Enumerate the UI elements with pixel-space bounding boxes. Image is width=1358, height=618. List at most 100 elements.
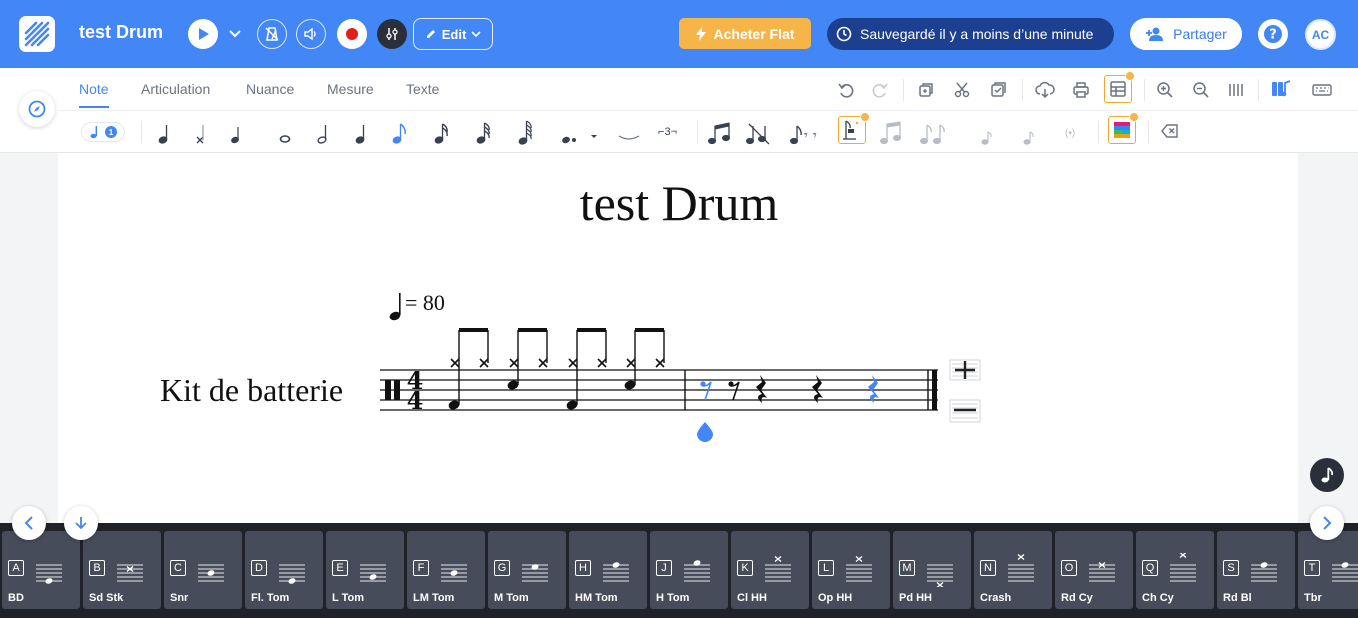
bass-drum-note[interactable] bbox=[566, 400, 578, 411]
drum-key[interactable]: T Tbr bbox=[1298, 531, 1358, 609]
avatar[interactable]: AC bbox=[1305, 19, 1336, 50]
paste-button[interactable] bbox=[987, 79, 1009, 101]
tab-nuance[interactable]: Nuance bbox=[246, 81, 294, 109]
record-button[interactable] bbox=[337, 19, 367, 49]
hihat-x-note[interactable] bbox=[597, 358, 607, 368]
eighth-rest-selected[interactable] bbox=[700, 381, 712, 401]
eighth-note-icon[interactable] bbox=[392, 123, 406, 144]
dot-icon[interactable] bbox=[562, 135, 597, 144]
drum-key[interactable]: D Fl. Tom bbox=[245, 531, 323, 609]
score-title[interactable]: test Drum bbox=[0, 174, 1358, 232]
share-button[interactable]: Partager bbox=[1130, 18, 1242, 50]
export-button[interactable] bbox=[1034, 79, 1056, 101]
input-cursor-icon[interactable] bbox=[697, 422, 713, 442]
quarter-rest[interactable] bbox=[812, 375, 823, 403]
eighth-rest[interactable] bbox=[728, 381, 740, 401]
snare-note[interactable] bbox=[624, 380, 636, 391]
x-notehead-icon[interactable] bbox=[196, 125, 204, 144]
redo-button[interactable] bbox=[869, 79, 891, 101]
hihat-x-note[interactable] bbox=[626, 358, 636, 368]
hihat-x-note[interactable] bbox=[479, 358, 489, 368]
hihat-x-note[interactable] bbox=[450, 358, 460, 368]
drum-key[interactable]: A BD bbox=[2, 531, 80, 609]
keyboard-button[interactable] bbox=[1311, 79, 1333, 101]
quarter-rest[interactable] bbox=[756, 375, 767, 403]
beam-icon[interactable] bbox=[708, 122, 730, 145]
page-view-button[interactable] bbox=[1225, 79, 1247, 101]
document-title[interactable]: test Drum bbox=[79, 22, 163, 43]
drum-key[interactable]: F LM Tom bbox=[407, 531, 485, 609]
hihat-x-note[interactable] bbox=[568, 358, 578, 368]
drum-key[interactable]: Q Ch Cy bbox=[1136, 531, 1214, 609]
drum-key[interactable]: G M Tom bbox=[488, 531, 566, 609]
quarter-note-small-icon[interactable] bbox=[231, 127, 239, 144]
add-measure-button[interactable] bbox=[949, 359, 981, 381]
scroll-left-button[interactable] bbox=[12, 506, 46, 540]
drum-key[interactable]: M Pd HH bbox=[893, 531, 971, 609]
mixer-button[interactable] bbox=[377, 19, 407, 49]
acciaccatura-icon[interactable] bbox=[920, 124, 945, 145]
buy-flat-button[interactable]: Acheter Flat bbox=[679, 18, 811, 49]
instrument-name[interactable]: Kit de batterie bbox=[160, 372, 343, 409]
hihat-x-note[interactable] bbox=[538, 358, 548, 368]
drum-key[interactable]: N Crash bbox=[974, 531, 1052, 609]
collapse-keyboard-button[interactable] bbox=[64, 506, 98, 540]
flat-logo[interactable] bbox=[19, 16, 55, 52]
tempo-marking[interactable]: = 80 bbox=[405, 290, 445, 316]
help-button[interactable]: ? bbox=[1258, 19, 1288, 49]
edit-mode-button[interactable]: Edit bbox=[413, 18, 493, 50]
print-button[interactable] bbox=[1070, 79, 1092, 101]
drum-staff[interactable]: 4 4 bbox=[370, 320, 990, 450]
quarter-rest-selected[interactable] bbox=[868, 375, 879, 403]
hihat-x-note[interactable] bbox=[655, 358, 665, 368]
tab-articulation[interactable]: Articulation bbox=[141, 81, 210, 109]
rest-group-icon[interactable]: 𝄾 𝄾 bbox=[790, 125, 818, 145]
tab-note[interactable]: Note bbox=[79, 81, 109, 109]
sixty-fourth-note-icon[interactable] bbox=[518, 120, 532, 145]
metronome-button[interactable] bbox=[257, 19, 287, 49]
zoom-in-button[interactable] bbox=[1154, 79, 1176, 101]
playback-options-button[interactable] bbox=[226, 25, 244, 43]
sixteenth-note-icon[interactable] bbox=[434, 123, 448, 144]
cut-button[interactable] bbox=[951, 79, 973, 101]
thirty-second-note-icon[interactable] bbox=[476, 122, 490, 144]
hihat-x-note[interactable] bbox=[509, 358, 519, 368]
scroll-right-button[interactable] bbox=[1310, 506, 1344, 540]
tuplet-button[interactable]: ⌐3¬ bbox=[658, 126, 677, 138]
copy-button[interactable] bbox=[915, 79, 937, 101]
play-button[interactable] bbox=[188, 19, 218, 49]
break-beam-icon[interactable] bbox=[746, 123, 770, 145]
ghost-note-button[interactable]: (•) bbox=[1065, 128, 1075, 139]
remove-measure-button[interactable] bbox=[949, 399, 981, 423]
undo-button[interactable] bbox=[835, 79, 857, 101]
tie-icon[interactable] bbox=[618, 135, 640, 140]
measure-2[interactable] bbox=[700, 375, 879, 403]
navigator-button[interactable] bbox=[19, 91, 55, 127]
voice-selector[interactable]: 1 bbox=[81, 122, 125, 142]
drum-key[interactable]: J H Tom bbox=[650, 531, 728, 609]
quarter-note-icon[interactable] bbox=[158, 125, 168, 144]
whole-note-icon[interactable] bbox=[279, 135, 291, 143]
half-note-icon[interactable] bbox=[317, 125, 327, 144]
music-notes-button[interactable] bbox=[1310, 458, 1344, 492]
bass-drum-note[interactable] bbox=[448, 400, 460, 411]
drum-key[interactable]: O Rd Cy bbox=[1055, 531, 1133, 609]
drum-key[interactable]: K Cl HH bbox=[731, 531, 809, 609]
sound-button[interactable] bbox=[296, 19, 326, 49]
zoom-out-button[interactable] bbox=[1190, 79, 1212, 101]
small-note-icon[interactable] bbox=[981, 131, 992, 145]
tab-mesure[interactable]: Mesure bbox=[327, 81, 374, 109]
snare-note[interactable] bbox=[507, 380, 519, 391]
drum-key[interactable]: L Op HH bbox=[812, 531, 890, 609]
tab-texte[interactable]: Texte bbox=[406, 81, 439, 109]
cue-note-icon[interactable] bbox=[1023, 131, 1034, 145]
drum-key[interactable]: E L Tom bbox=[326, 531, 404, 609]
instruments-button[interactable] bbox=[1270, 78, 1292, 100]
quarter-note-value-icon[interactable] bbox=[355, 125, 365, 144]
drum-key[interactable]: C Snr bbox=[164, 531, 242, 609]
grace-note-disabled-icon[interactable] bbox=[880, 121, 901, 145]
measure-1[interactable] bbox=[448, 328, 665, 411]
drum-key[interactable]: B Sd Stk bbox=[83, 531, 161, 609]
drum-key[interactable]: H HM Tom bbox=[569, 531, 647, 609]
delete-button[interactable] bbox=[1159, 120, 1181, 142]
